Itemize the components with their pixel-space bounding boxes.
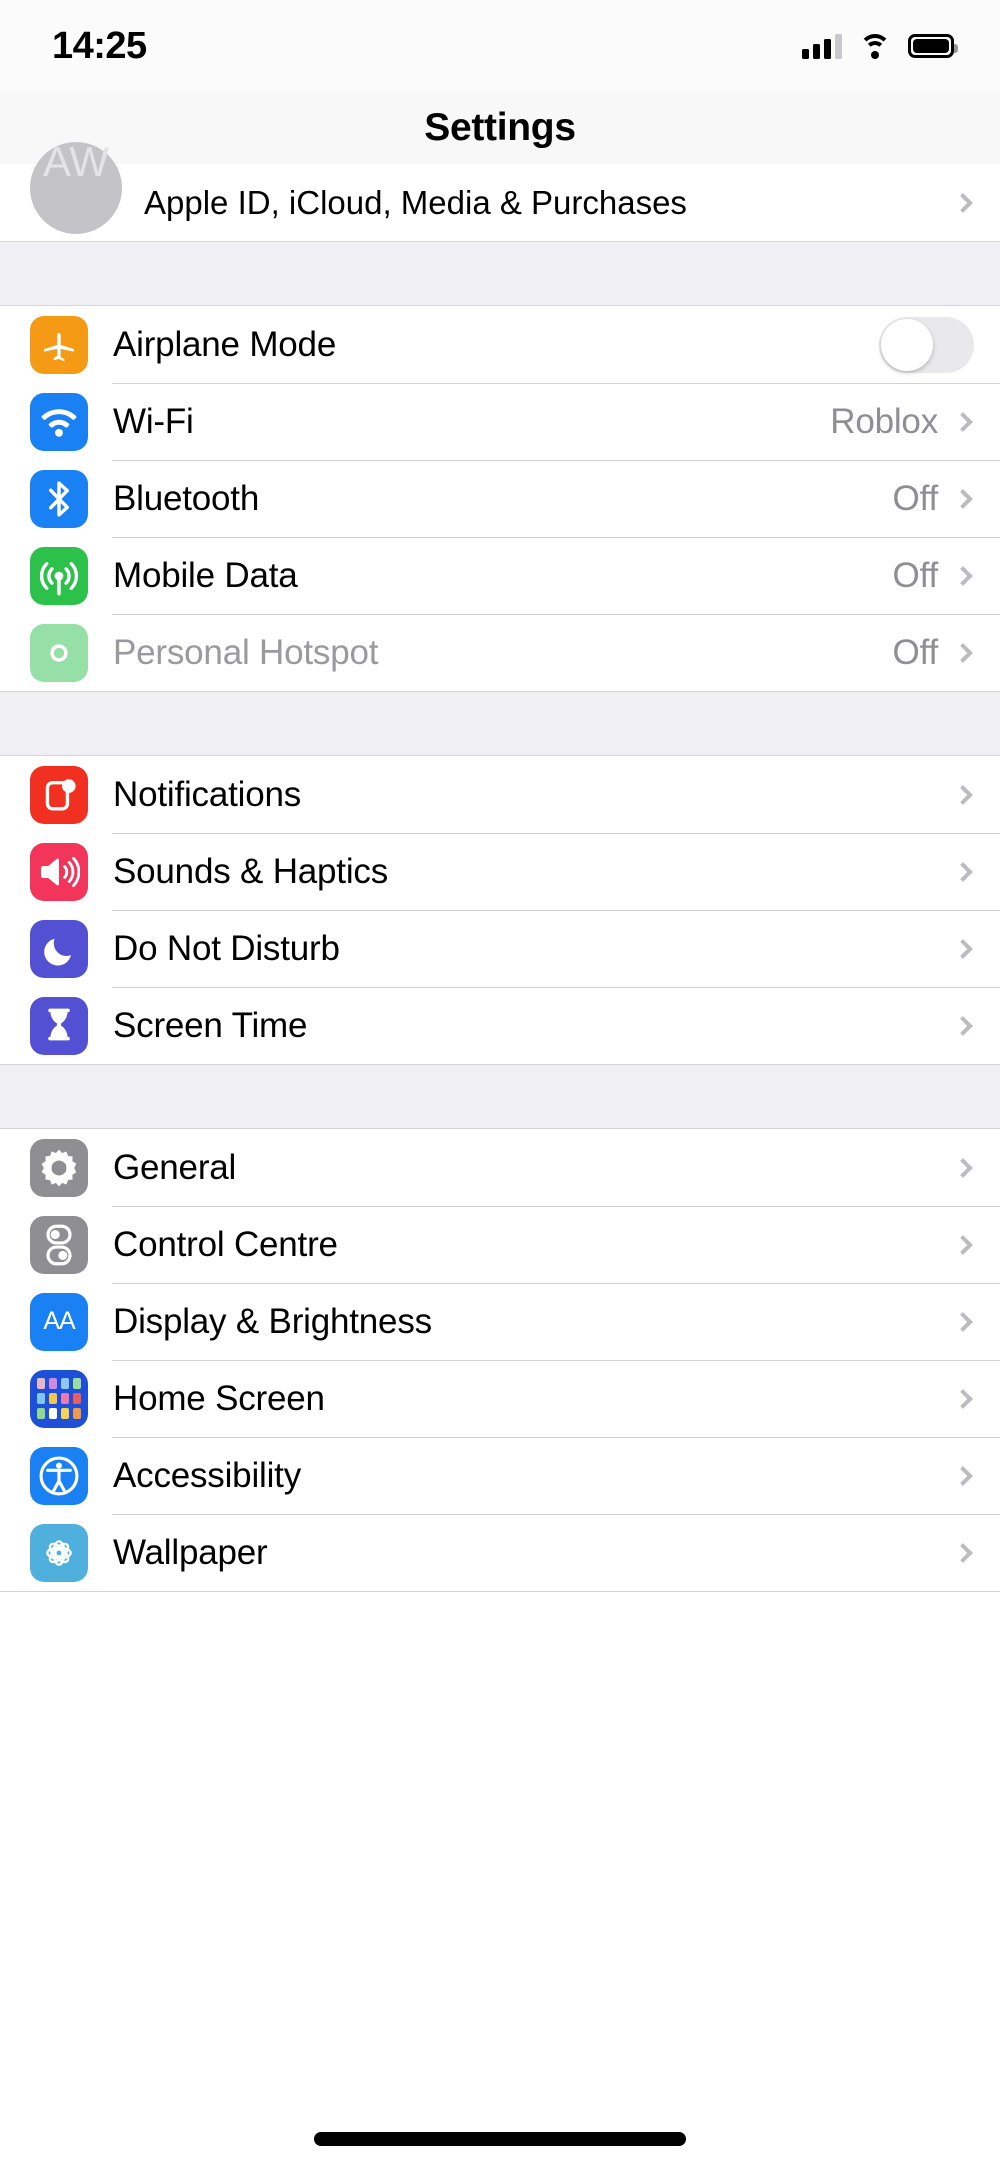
settings-row-label: Screen Time [113, 1005, 308, 1045]
chevron-right-icon [953, 1311, 973, 1332]
settings-row-display-brightness[interactable]: AA Display & Brightness [0, 1283, 1000, 1360]
settings-row-personal-hotspot: Personal Hotspot Off [0, 614, 1000, 691]
wifi-icon [30, 392, 88, 451]
chevron-right-icon [953, 1465, 973, 1486]
settings-row-home-screen[interactable]: Home Screen [0, 1360, 1000, 1437]
settings-row-value: Off [892, 555, 939, 595]
home-screen-icon [30, 1369, 88, 1428]
sounds-haptics-icon [30, 842, 88, 901]
do-not-disturb-icon [30, 919, 88, 978]
settings-row-screen-time[interactable]: Screen Time [0, 987, 1000, 1064]
status-bar-indicators [802, 33, 958, 59]
screen-time-icon [30, 996, 88, 1055]
settings-row-label: Control Centre [113, 1224, 338, 1264]
cellular-signal-icon [802, 33, 842, 59]
chevron-right-icon [953, 488, 973, 509]
settings-row-label: Wallpaper [113, 1532, 268, 1572]
settings-row-sounds-haptics[interactable]: Sounds & Haptics [0, 833, 1000, 910]
chevron-right-icon [953, 1542, 973, 1563]
settings-list: Airplane Mode Wi-Fi Roblox Bluetooth Off Mobi… [0, 242, 1000, 1592]
home-indicator [314, 2132, 686, 2146]
chevron-right-icon [953, 938, 973, 959]
settings-row-label: Wi-Fi [113, 401, 194, 441]
control-centre-icon [30, 1215, 88, 1274]
chevron-right-icon [953, 565, 973, 586]
settings-group-system: General Control Centre AA Display & Brightn… [0, 1128, 1000, 1592]
chevron-right-icon [953, 411, 973, 432]
settings-row-wallpaper[interactable]: Wallpaper [0, 1514, 1000, 1591]
settings-row-accessibility[interactable]: Accessibility [0, 1437, 1000, 1514]
group-spacer-connectivity [0, 242, 1000, 305]
settings-screen: 14:25 Settings AW Apple ID, iCloud, Medi… [0, 0, 1000, 2164]
settings-row-label: Sounds & Haptics [113, 851, 389, 891]
settings-row-label: Bluetooth [113, 478, 260, 518]
personal-hotspot-icon [30, 623, 88, 682]
settings-row-wi-fi[interactable]: Wi-Fi Roblox [0, 383, 1000, 460]
settings-row-value: Off [892, 478, 939, 518]
settings-row-control-centre[interactable]: Control Centre [0, 1206, 1000, 1283]
settings-row-value: Roblox [830, 401, 938, 441]
settings-row-mobile-data[interactable]: Mobile Data Off [0, 537, 1000, 614]
chevron-right-icon [953, 861, 973, 882]
chevron-right-icon [953, 1388, 973, 1409]
mobile-data-icon [30, 546, 88, 605]
chevron-right-icon [953, 1157, 973, 1178]
navigation-bar: Settings [0, 92, 1000, 164]
settings-row-general[interactable]: General [0, 1129, 1000, 1206]
accessibility-icon [30, 1446, 88, 1505]
apple-id-row[interactable]: AW Apple ID, iCloud, Media & Purchases [0, 138, 1000, 242]
settings-group-connectivity: Airplane Mode Wi-Fi Roblox Bluetooth Off Mobi… [0, 305, 1000, 692]
chevron-right-icon [953, 642, 973, 663]
settings-row-label: Display & Brightness [113, 1301, 432, 1341]
avatar: AW [30, 138, 122, 234]
gear-icon [30, 1138, 88, 1197]
group-spacer-alerts [0, 692, 1000, 755]
settings-row-value: Off [892, 632, 939, 672]
chevron-right-icon [953, 192, 973, 213]
settings-row-label: Accessibility [113, 1455, 302, 1495]
settings-row-airplane-mode[interactable]: Airplane Mode [0, 306, 1000, 383]
avatar-initials: AW [42, 137, 110, 185]
wifi-icon [859, 33, 891, 59]
page-title: Settings [424, 106, 576, 149]
chevron-right-icon [953, 1234, 973, 1255]
settings-row-label: Airplane Mode [113, 324, 337, 364]
settings-row-label: Notifications [113, 774, 302, 814]
notifications-icon [30, 765, 88, 824]
wallpaper-icon [30, 1523, 88, 1582]
apple-id-subtitle: Apple ID, iCloud, Media & Purchases [144, 183, 687, 221]
settings-row-notifications[interactable]: Notifications [0, 756, 1000, 833]
settings-row-label: Personal Hotspot [113, 632, 379, 672]
group-spacer-system [0, 1065, 1000, 1128]
toggle-airplane-mode[interactable] [879, 316, 974, 373]
settings-row-label: Mobile Data [113, 555, 298, 595]
settings-row-label: General [113, 1147, 237, 1187]
settings-row-bluetooth[interactable]: Bluetooth Off [0, 460, 1000, 537]
settings-group-alerts: Notifications Sounds & Haptics Do Not Dist… [0, 755, 1000, 1065]
settings-row-do-not-disturb[interactable]: Do Not Disturb [0, 910, 1000, 987]
airplane-icon [30, 315, 88, 374]
toggle-knob [881, 318, 933, 371]
chevron-right-icon [953, 1015, 973, 1036]
display-brightness-icon: AA [30, 1292, 88, 1351]
status-bar-clock: 14:25 [52, 24, 147, 67]
settings-row-label: Home Screen [113, 1378, 325, 1418]
chevron-right-icon [953, 784, 973, 805]
bluetooth-icon [30, 469, 88, 528]
status-bar: 14:25 [0, 0, 1000, 92]
battery-icon [908, 34, 958, 58]
settings-row-label: Do Not Disturb [113, 928, 340, 968]
